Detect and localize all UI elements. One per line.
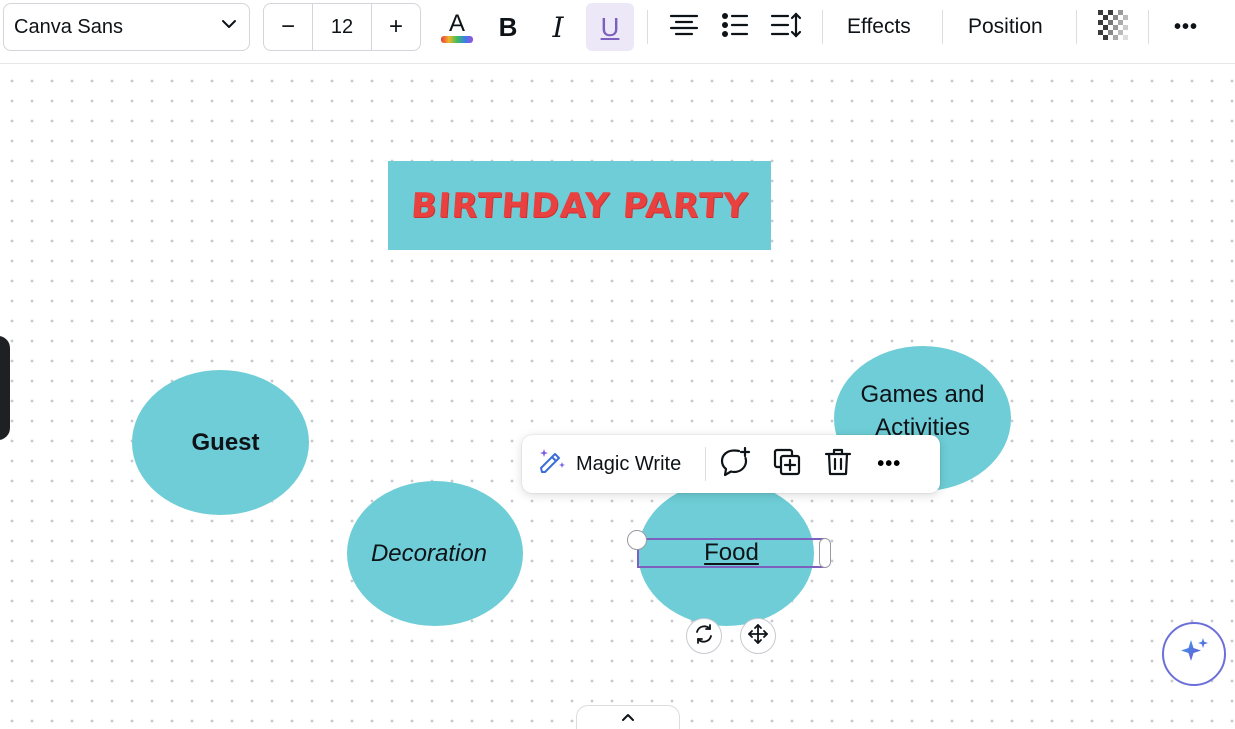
duplicate-button[interactable] bbox=[765, 444, 809, 484]
editor-toolbar: Canva Sans − 12 + A B I U Effects Positi… bbox=[0, 0, 1235, 64]
side-panel-toggle[interactable]: ‹ bbox=[0, 336, 10, 440]
bubble-guest-label: Guest bbox=[191, 428, 260, 456]
transparency-button[interactable] bbox=[1096, 3, 1130, 51]
font-family-value: Canva Sans bbox=[14, 15, 123, 38]
chevron-up-icon bbox=[621, 709, 635, 727]
bold-button[interactable]: B bbox=[488, 3, 528, 51]
magic-write-label: Magic Write bbox=[576, 452, 682, 475]
toolbar-divider bbox=[1076, 10, 1077, 44]
selected-text-box[interactable]: Food bbox=[637, 538, 826, 568]
sparkle-icon bbox=[1176, 634, 1212, 675]
toolbar-divider bbox=[942, 10, 943, 44]
align-button[interactable] bbox=[664, 3, 704, 51]
title-banner[interactable]: BIRTHDAY PARTY bbox=[388, 161, 771, 250]
toolbar-divider bbox=[822, 10, 823, 44]
move-button[interactable] bbox=[740, 618, 776, 654]
comment-add-icon bbox=[719, 446, 753, 483]
add-comment-button[interactable] bbox=[714, 444, 758, 484]
text-color-icon: A bbox=[441, 9, 473, 43]
more-options-button[interactable]: ••• bbox=[1166, 3, 1206, 51]
list-button[interactable] bbox=[715, 3, 755, 51]
magic-write-icon bbox=[536, 445, 568, 483]
text-color-letter: A bbox=[448, 9, 465, 37]
bubble-guest[interactable]: Guest bbox=[132, 370, 309, 515]
rotate-button[interactable] bbox=[686, 618, 722, 654]
duplicate-icon bbox=[772, 447, 802, 482]
align-center-icon bbox=[669, 13, 699, 42]
bubble-decoration-label: Decoration bbox=[370, 539, 488, 567]
chevron-left-icon: ‹ bbox=[0, 380, 1, 396]
chevron-down-icon bbox=[219, 14, 239, 40]
rotate-icon bbox=[693, 623, 715, 650]
line-spacing-icon bbox=[770, 11, 802, 44]
bullet-list-icon bbox=[721, 12, 749, 43]
spacing-button[interactable] bbox=[766, 3, 806, 51]
bubble-food-label: Food bbox=[704, 539, 759, 566]
bold-icon: B bbox=[498, 11, 518, 42]
element-context-menu: Magic Write ••• bbox=[522, 435, 940, 493]
toolbar-divider bbox=[1148, 10, 1149, 44]
more-icon: ••• bbox=[877, 452, 902, 475]
effects-button[interactable]: Effects bbox=[847, 3, 911, 51]
increase-font-size-button[interactable]: + bbox=[372, 4, 420, 50]
italic-icon: I bbox=[552, 10, 564, 44]
italic-button[interactable]: I bbox=[538, 3, 578, 51]
move-icon bbox=[747, 623, 769, 650]
context-menu-divider bbox=[705, 447, 707, 481]
delete-button[interactable] bbox=[816, 444, 860, 484]
magic-assistant-button[interactable] bbox=[1162, 622, 1226, 686]
position-button[interactable]: Position bbox=[968, 3, 1043, 51]
page-title: BIRTHDAY PARTY bbox=[409, 185, 750, 226]
underline-icon: U bbox=[600, 11, 620, 42]
text-color-button[interactable]: A bbox=[437, 3, 477, 51]
resize-handle[interactable] bbox=[627, 530, 647, 550]
underline-button[interactable]: U bbox=[586, 3, 634, 51]
pages-panel-toggle[interactable] bbox=[576, 705, 680, 729]
trash-icon bbox=[824, 447, 852, 482]
resize-handle-side[interactable] bbox=[819, 538, 831, 568]
font-size-input[interactable]: 12 bbox=[312, 4, 372, 50]
transparency-icon bbox=[1098, 9, 1128, 45]
font-size-stepper: − 12 + bbox=[263, 3, 421, 51]
font-family-dropdown[interactable]: Canva Sans bbox=[3, 3, 250, 51]
context-more-button[interactable]: ••• bbox=[867, 444, 911, 484]
decrease-font-size-button[interactable]: − bbox=[264, 4, 312, 50]
toolbar-divider bbox=[647, 10, 648, 44]
more-icon: ••• bbox=[1173, 15, 1198, 38]
design-canvas[interactable]: ‹ BIRTHDAY PARTY Guest Decoration Games … bbox=[0, 65, 1235, 729]
magic-write-button[interactable]: Magic Write bbox=[522, 444, 695, 484]
bubble-decoration[interactable]: Decoration bbox=[347, 481, 523, 626]
bubble-games-label-line1: Games and bbox=[860, 380, 985, 408]
